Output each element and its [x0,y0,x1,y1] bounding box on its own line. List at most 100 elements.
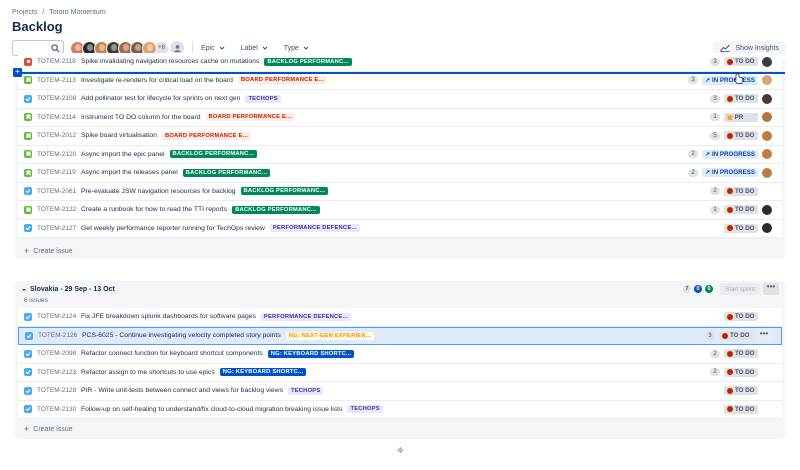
issue-row[interactable]: TOTEM-2123 Refactor assign to me shortcut… [18,363,782,382]
backlog-create-issue-button[interactable]: + Create issue [24,246,73,256]
epic-lozenge[interactable]: BOARD PERFORMANCE E... [205,113,295,122]
issue-key[interactable]: TOTEM-2128 [37,387,81,394]
epic-lozenge[interactable]: BACKLOG PERFORMANC... [182,168,271,177]
issue-key[interactable]: TOTEM-2012 [37,132,81,139]
status-lozenge[interactable]: TO DO [724,131,758,141]
issue-row[interactable]: TOTEM-2130 Follow-up on self-healing to u… [18,400,782,419]
issue-key[interactable]: TOTEM-2130 [37,406,81,413]
issue-key[interactable]: TOTEM-2126 [38,332,82,339]
issue-key[interactable]: TOTEM-2118 [37,58,81,65]
status-lozenge[interactable]: ↗ IN PROGRESS [701,168,758,178]
issue-summary[interactable]: Follow-up on self-healing to understand/… [81,406,342,413]
epic-lozenge[interactable]: BOARD PERFORMANCE E... [161,131,251,140]
resize-handle-icon[interactable]: ✥ [397,447,405,455]
issue-summary[interactable]: Refactor assign to me shortcuts to use e… [81,369,215,376]
issue-row[interactable]: TOTEM-2118 Spike invalidating navigation … [18,53,782,72]
epic-lozenge[interactable]: BOARD PERFORMANCE E... [237,76,327,85]
issue-row[interactable]: TOTEM-2120 Async import the epic panel BAC… [18,145,782,164]
epic-lozenge[interactable]: PERFORMANCE DEFENCE... [269,224,360,233]
status-lozenge[interactable]: ↗ IN PROGRESS [701,149,758,159]
status-lozenge[interactable]: TO DO [724,186,758,196]
issue-summary[interactable]: Create a runbook for how to read the TTI… [81,206,227,213]
issue-key[interactable]: TOTEM-2120 [37,151,81,158]
issue-row[interactable]: TOTEM-2061 Pre-evaluate JSW navigation re… [18,182,782,201]
issue-summary[interactable]: Spike board virtualisation [81,132,157,139]
issue-key[interactable]: TOTEM-2114 [37,114,81,121]
issue-row[interactable]: TOTEM-2124 Fix JFE breakdown splunk dashb… [18,308,782,327]
assignee-avatar[interactable] [762,56,772,67]
issue-key[interactable]: TOTEM-2119 [37,169,81,176]
issue-key[interactable]: TOTEM-2108 [37,95,81,102]
issue-summary[interactable]: Get weekly performance reporter running … [81,225,265,232]
assignee-avatar[interactable] [762,130,772,141]
issue-row[interactable]: TOTEM-2127 Get weekly performance reporte… [18,219,782,238]
sprint-create-issue-button[interactable]: + Create issue [24,424,73,434]
status-lozenge[interactable]: TO DO [724,312,758,322]
type-filter[interactable]: Type [284,45,309,52]
status-lozenge[interactable]: TO DO [724,223,758,233]
issue-summary[interactable]: Add pollinator test for lifecycle for sp… [81,95,240,102]
breadcrumb-project[interactable]: Totoro Momentum [49,9,105,16]
issue-row[interactable]: TOTEM-2126 PCS-6025 - Continue investigat… [18,326,782,345]
status-lozenge[interactable]: TO DO [724,57,758,67]
assignee-avatar[interactable] [762,204,772,215]
epic-lozenge[interactable]: NG: KEYBOARD SHORTC... [267,349,355,358]
issue-summary[interactable]: Spike invalidating navigation resources … [81,58,259,65]
issue-row[interactable]: TOTEM-2122 Create a runbook for how to re… [18,201,782,220]
sprint-more-button[interactable]: ••• [763,283,779,295]
epic-filter[interactable]: Epic [201,45,225,52]
issue-row[interactable]: TOTEM-2113 Investigate re-renders for cri… [18,71,782,90]
breadcrumb-projects[interactable]: Projects [12,9,37,16]
assignee-avatar[interactable] [762,149,772,160]
epic-lozenge[interactable]: BACKLOG PERFORMANC... [264,57,352,66]
status-lozenge[interactable]: TO DO [724,386,758,396]
issue-key[interactable]: TOTEM-2122 [37,206,81,213]
epic-lozenge[interactable]: BACKLOG PERFORMANC... [240,187,329,196]
issue-key[interactable]: TOTEM-2061 [37,188,81,195]
epic-lozenge[interactable]: BACKLOG PERFORMANC... [232,205,320,214]
issue-key[interactable]: TOTEM-2123 [37,369,81,376]
status-lozenge[interactable]: TO DO [724,367,758,377]
issue-summary[interactable]: Async import the epic panel [81,151,165,158]
issue-summary[interactable]: Investigate re-renders for critical load… [81,77,233,84]
epic-lozenge[interactable]: TECHOPS [347,405,383,414]
issue-summary[interactable]: PCS-6025 - Continue investigating veloci… [82,332,281,339]
issue-summary[interactable]: Pre-evaluate JSW navigation resources fo… [81,188,236,195]
issue-row[interactable]: TOTEM-2114 Instrument TO DO column for th… [18,108,782,127]
issue-key[interactable]: TOTEM-2124 [37,313,81,320]
issue-summary[interactable]: Async import the releases panel [81,169,178,176]
issue-summary[interactable]: Instrument TO DO column for the board [81,114,201,121]
status-lozenge[interactable]: TO DO [724,94,758,104]
issue-summary[interactable]: Refactor connect function for keyboard s… [81,350,263,357]
epic-lozenge[interactable]: TECHOPS [245,94,281,103]
status-lozenge[interactable]: TO DO [724,205,758,215]
issue-row[interactable]: TOTEM-2098 Refactor connect function for … [18,345,782,364]
row-more-button[interactable]: ••• [757,330,771,342]
label-filter[interactable]: Label [241,45,268,52]
assignee-avatar[interactable] [762,93,772,104]
issue-row[interactable]: TOTEM-2108 Add pollinator test for lifecy… [18,90,782,109]
issue-key[interactable]: TOTEM-2098 [37,350,81,357]
epic-lozenge[interactable]: PERFORMANCE DEFENCE... [260,312,351,321]
status-lozenge[interactable]: TO DO [719,331,753,341]
issue-summary[interactable]: Fix JFE breakdown splunk dashboards for … [81,313,256,320]
issue-row[interactable]: TOTEM-2012 Spike board virtualisation BOAR… [18,127,782,146]
assignee-avatar[interactable] [762,112,772,123]
issue-row[interactable]: TOTEM-2119 Async import the releases pane… [18,164,782,183]
start-sprint-button[interactable]: Start sprint [720,283,760,295]
assignee-avatar[interactable] [762,223,772,234]
status-lozenge[interactable]: ▣ PR [724,112,758,122]
assignee-avatar[interactable] [762,75,772,86]
status-lozenge[interactable]: ↗ IN PROGRESS [701,75,758,85]
epic-lozenge[interactable]: TECHOPS [287,386,324,395]
epic-lozenge[interactable]: NG: NEXT-GEN EXPERIEN... [285,331,375,340]
epic-lozenge[interactable]: BACKLOG PERFORMANC... [169,150,257,159]
issue-key[interactable]: TOTEM-2127 [37,225,81,232]
status-lozenge[interactable]: TO DO [724,404,758,414]
epic-lozenge[interactable]: NG: KEYBOARD SHORTC... [219,368,307,377]
issue-key[interactable]: TOTEM-2113 [37,77,81,84]
sprint-header[interactable]: Slovakia - 29 Sep - 13 Oct [21,286,115,293]
assignee-avatar[interactable] [762,167,772,178]
status-lozenge[interactable]: TO DO [724,349,758,359]
issue-row[interactable]: TOTEM-2128 PIR - Write unit-tests between… [18,382,782,401]
